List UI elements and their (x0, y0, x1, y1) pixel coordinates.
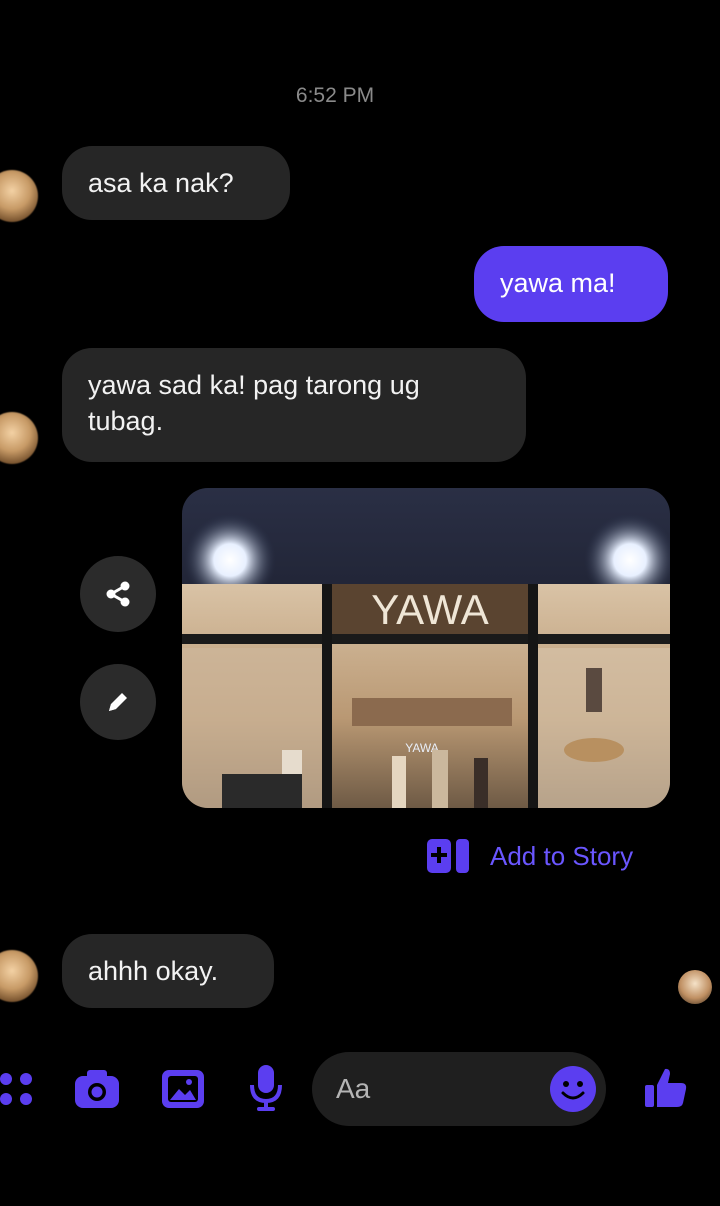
outgoing-message-bubble[interactable]: yawa ma! (474, 246, 668, 322)
microphone-button[interactable] (246, 1062, 286, 1114)
message-text: asa ka nak? (88, 168, 234, 198)
contact-avatar[interactable] (0, 412, 38, 464)
edit-button[interactable] (80, 664, 156, 740)
apps-icon (0, 1073, 32, 1105)
thumbs-up-icon (645, 1068, 687, 1107)
emoji-button[interactable] (550, 1066, 596, 1112)
add-to-story-button[interactable]: Add to Story (426, 838, 633, 874)
message-input-placeholder: Aa (336, 1073, 371, 1104)
gallery-icon (162, 1070, 204, 1108)
shared-photo[interactable]: YAWA YAWA (182, 488, 670, 808)
share-icon (106, 581, 130, 607)
contact-avatar[interactable] (0, 170, 38, 222)
add-to-story-label: Add to Story (490, 840, 634, 871)
contact-avatar[interactable] (0, 950, 38, 1002)
message-text: yawa ma! (500, 268, 616, 298)
incoming-message-bubble[interactable]: yawa sad ka! pag tarong ug tubag. (62, 348, 526, 462)
camera-icon (75, 1070, 119, 1108)
seen-avatar (678, 970, 712, 1004)
add-to-story-icon (427, 839, 469, 873)
message-text: ahhh okay. (88, 956, 219, 986)
message-input[interactable]: Aa (312, 1052, 606, 1126)
gallery-button[interactable] (160, 1066, 206, 1112)
share-button[interactable] (80, 556, 156, 632)
like-button[interactable] (642, 1064, 690, 1112)
apps-button[interactable] (0, 1068, 36, 1110)
timestamp: 6:52 PM (295, 84, 375, 107)
pencil-icon (109, 693, 127, 711)
camera-button[interactable] (72, 1066, 122, 1112)
incoming-message-bubble[interactable]: asa ka nak? (62, 146, 290, 220)
microphone-icon (250, 1065, 282, 1111)
message-text: yawa sad ka! pag tarong ug tubag. (88, 370, 420, 436)
storefront-photo: YAWA YAWA (182, 488, 670, 808)
incoming-message-bubble[interactable]: ahhh okay. (62, 934, 274, 1008)
emoji-icon (561, 1081, 585, 1100)
store-sign-text: YAWA (371, 586, 488, 633)
